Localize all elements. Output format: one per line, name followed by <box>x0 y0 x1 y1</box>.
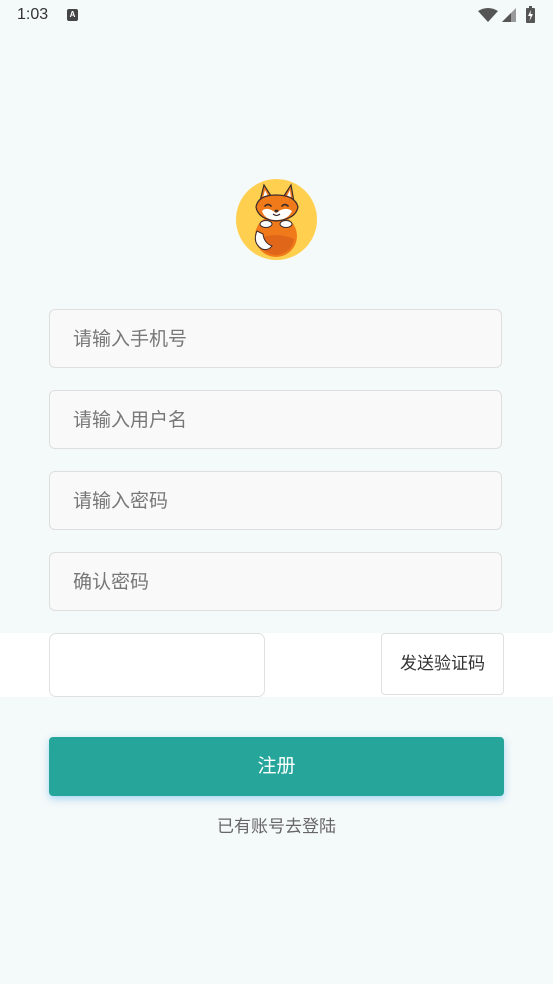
a-notification-icon: A <box>67 9 78 21</box>
login-link[interactable]: 已有账号去登陆 <box>0 812 553 837</box>
username-input[interactable] <box>50 391 501 448</box>
password-input[interactable] <box>50 472 501 529</box>
send-code-button[interactable]: 发送验证码 <box>381 633 504 695</box>
verification-code-row: 发送验证码 <box>0 633 553 697</box>
wifi-icon <box>478 8 498 27</box>
phone-field-container <box>49 309 502 368</box>
phone-input[interactable] <box>50 310 501 367</box>
battery-icon <box>526 6 535 27</box>
fox-mascot-logo <box>236 179 317 260</box>
register-button[interactable]: 注册 <box>49 737 504 796</box>
verification-code-field-container <box>49 633 265 697</box>
status-time: 1:03 <box>17 6 49 23</box>
confirm-password-field-container <box>49 552 502 611</box>
verification-code-input[interactable] <box>50 634 264 696</box>
signal-icon <box>502 8 517 27</box>
username-field-container <box>49 390 502 449</box>
confirm-password-input[interactable] <box>50 553 501 610</box>
password-field-container <box>49 471 502 530</box>
status-bar: 1:03 A <box>0 0 553 32</box>
